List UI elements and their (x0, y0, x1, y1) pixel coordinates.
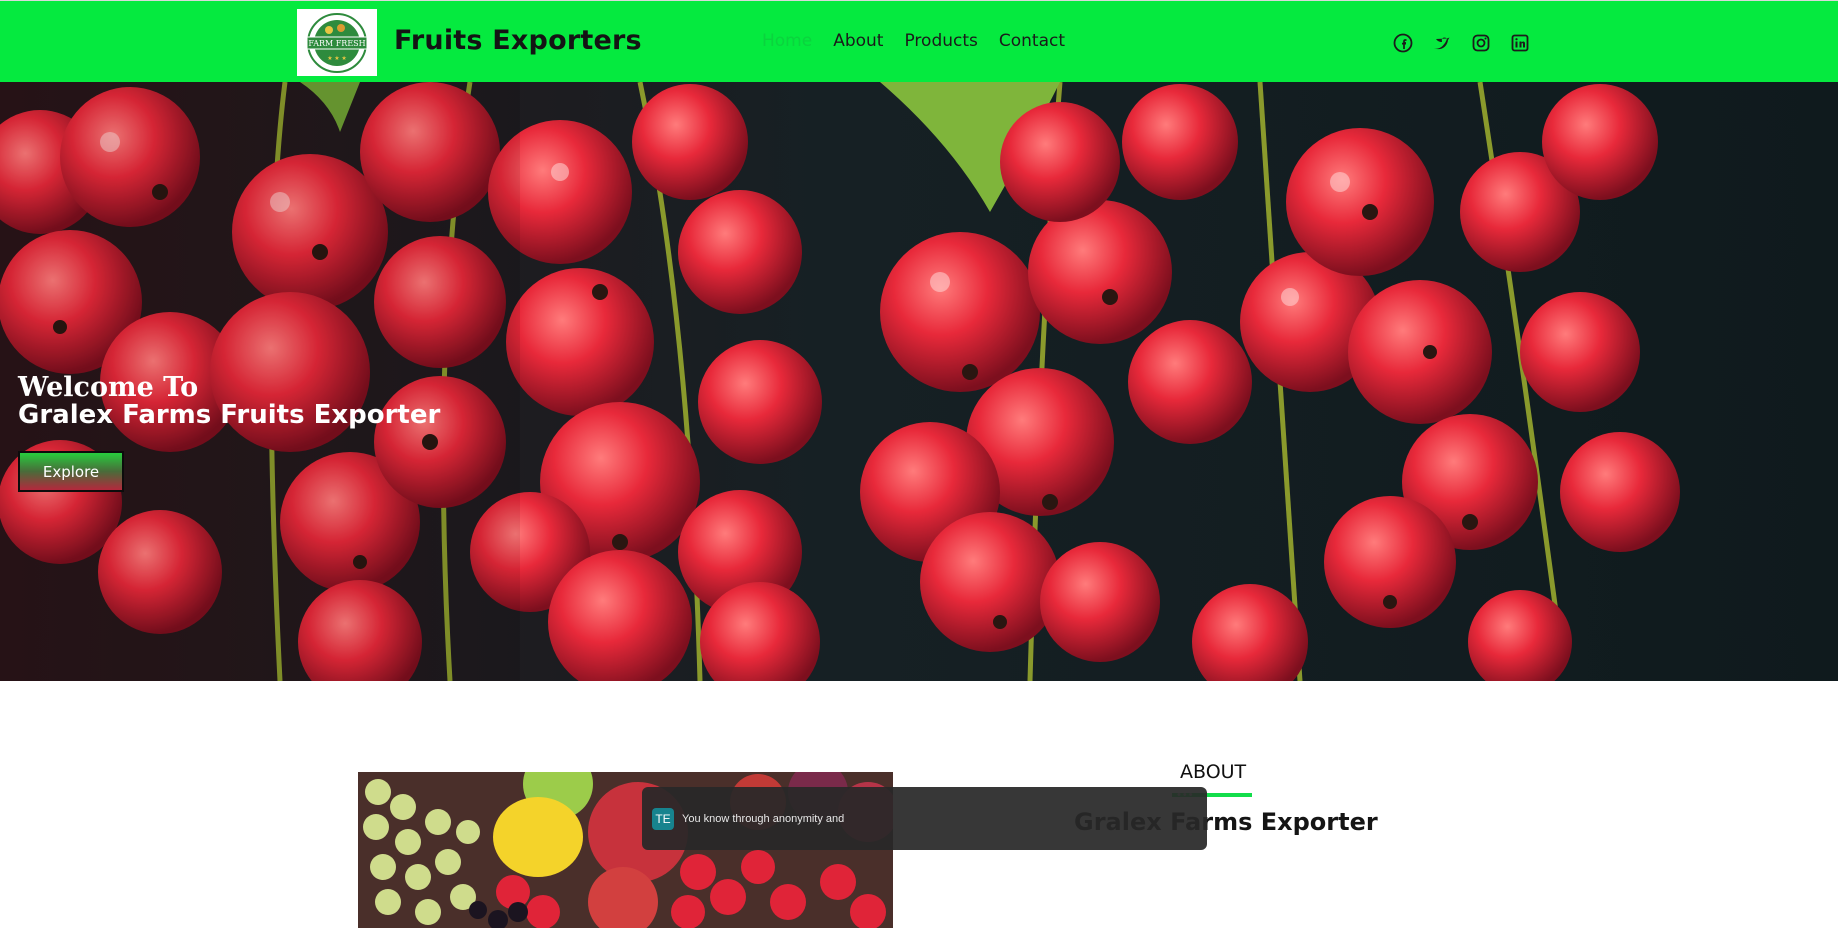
linkedin-icon[interactable] (1510, 33, 1530, 53)
hero-currants-image (0, 82, 1838, 681)
toast-avatar: TE (652, 807, 674, 830)
logo[interactable]: FARM FRESH ★ ★ ★ (297, 9, 377, 76)
logo-emblem-icon: FARM FRESH ★ ★ ★ (306, 12, 368, 73)
twitter-icon[interactable] (1432, 33, 1452, 53)
hero-title: Gralex Farms Fruits Exporter (18, 400, 441, 430)
svg-text:★ ★ ★: ★ ★ ★ (327, 55, 346, 62)
notification-toast[interactable]: TE You know through anonymity and (642, 787, 1207, 850)
main-nav: Home About Products Contact (762, 31, 1065, 51)
nav-contact[interactable]: Contact (999, 31, 1065, 51)
instagram-icon[interactable] (1471, 33, 1491, 53)
nav-products[interactable]: Products (904, 31, 977, 51)
toast-message: You know through anonymity and (682, 812, 845, 825)
brand-title[interactable]: Fruits Exporters (394, 25, 642, 56)
about-section-heading: ABOUT (1180, 761, 1247, 783)
explore-button[interactable]: Explore (18, 451, 124, 492)
facebook-icon[interactable] (1393, 33, 1413, 53)
svg-text:FARM FRESH: FARM FRESH (308, 39, 365, 48)
nav-about[interactable]: About (833, 31, 883, 51)
social-links (1393, 33, 1530, 53)
site-header: FARM FRESH ★ ★ ★ Fruits Exporters Home A… (0, 0, 1838, 82)
nav-home[interactable]: Home (762, 31, 812, 51)
hero-banner: Welcome To Gralex Farms Fruits Exporter … (0, 82, 1838, 681)
hero-welcome-text: Welcome To (18, 372, 199, 403)
